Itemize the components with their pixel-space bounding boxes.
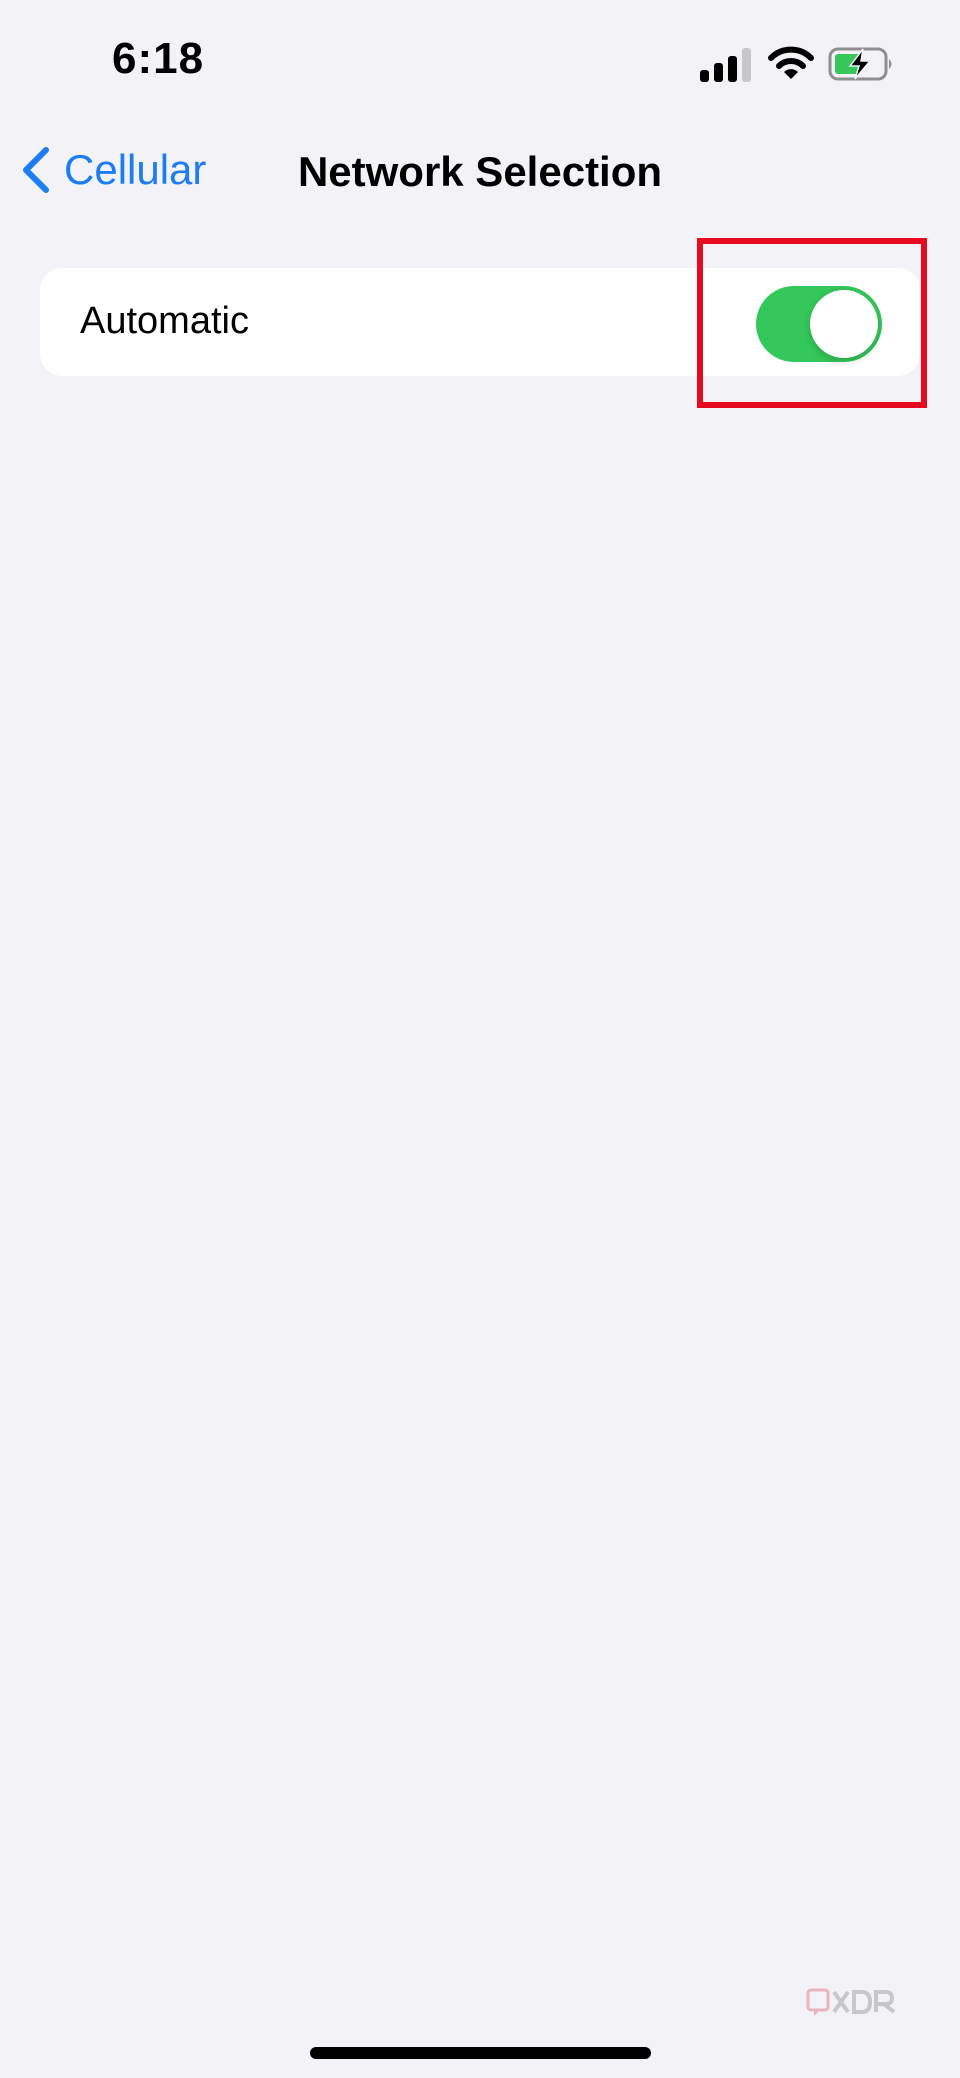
highlight-box bbox=[697, 238, 927, 408]
home-indicator[interactable] bbox=[310, 2047, 651, 2059]
xda-logo bbox=[806, 1988, 896, 2016]
automatic-label: Automatic bbox=[80, 300, 249, 342]
page-title: Network Selection bbox=[297, 148, 663, 195]
wifi-icon bbox=[768, 46, 814, 79]
navigation-bar: Cellular Network Selection bbox=[0, 130, 960, 210]
cellular-signal-icon bbox=[700, 48, 752, 82]
status-bar: 6:18 bbox=[0, 0, 960, 130]
battery-charging-icon bbox=[828, 47, 892, 81]
status-time: 6:18 bbox=[112, 34, 205, 83]
